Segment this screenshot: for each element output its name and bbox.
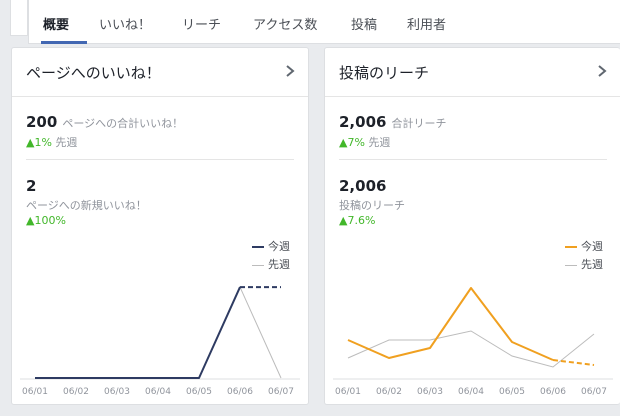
post-reach-title: 投稿のリーチ bbox=[339, 64, 430, 82]
post-reach-card: 投稿のリーチ 2,006 合計リーチ ▲7% 先週 2,006 投稿のリーチ ▲… bbox=[324, 47, 620, 405]
x-tick-label: 06/06 bbox=[540, 387, 566, 397]
series-line-this-week bbox=[35, 286, 241, 379]
legend-swatch bbox=[252, 246, 264, 248]
chevron-right-icon[interactable] bbox=[284, 64, 296, 78]
left-panel-edge bbox=[10, 0, 28, 36]
legend-swatch bbox=[252, 264, 264, 266]
page-likes-title: ページへのいいね！ bbox=[26, 64, 161, 82]
x-tick-label: 06/07 bbox=[268, 387, 294, 397]
new-likes-value: 2 bbox=[26, 177, 37, 195]
total-reach-compare: 先週 bbox=[368, 136, 391, 149]
total-likes-change: ▲1% 先週 bbox=[26, 134, 77, 150]
tab-likes[interactable]: いいね！ bbox=[99, 14, 151, 33]
chevron-right-icon[interactable] bbox=[596, 64, 608, 78]
total-reach-change: ▲7% 先週 bbox=[339, 134, 390, 150]
new-likes-label: ページへの新規いいね！ bbox=[26, 199, 147, 212]
page-likes-card: ページへのいいね！ 200 ページへの合計いいね！ ▲1% 先週 2 ページへの… bbox=[11, 47, 309, 405]
post-reach-header[interactable]: 投稿のリーチ bbox=[325, 48, 620, 97]
series-line-this-week bbox=[347, 287, 554, 361]
active-tab-indicator bbox=[41, 41, 87, 44]
total-reach-label: 合計リーチ bbox=[391, 117, 447, 130]
x-tick-label: 06/05 bbox=[499, 387, 525, 397]
total-reach-value: 2,006 bbox=[339, 113, 387, 131]
reach-line-chart: 06/01 06/02 06/03 06/04 06/05 06/06 06/07 bbox=[333, 287, 613, 397]
total-reach-change-value: ▲7% bbox=[339, 136, 365, 149]
tab-reach[interactable]: リーチ bbox=[182, 14, 221, 33]
post-reach-value: 2,006 bbox=[339, 177, 387, 195]
tab-overview[interactable]: 概要 bbox=[43, 14, 69, 33]
post-reach-change: ▲7.6% bbox=[339, 214, 376, 227]
left-strip bbox=[0, 0, 28, 44]
total-likes-metric: 200 ページへの合計いいね！ bbox=[26, 112, 183, 131]
likes-legend-this-week: 今週 bbox=[252, 238, 290, 254]
tab-page-views[interactable]: アクセス数 bbox=[253, 14, 317, 33]
x-tick-label: 06/03 bbox=[104, 387, 130, 397]
total-likes-label: ページへの合計いいね！ bbox=[62, 117, 184, 130]
insights-tab-bar: 概要 いいね！ リーチ アクセス数 投稿 利用者 bbox=[28, 0, 620, 44]
x-tick-label: 06/01 bbox=[22, 387, 48, 397]
reach-divider bbox=[339, 159, 607, 160]
legend-label: 今週 bbox=[268, 240, 290, 253]
tab-people[interactable]: 利用者 bbox=[407, 14, 446, 33]
series-line-last-week bbox=[35, 285, 282, 379]
x-tick-label: 06/05 bbox=[186, 387, 212, 397]
post-reach-label: 投稿のリーチ bbox=[339, 199, 405, 212]
new-likes-change: ▲100% bbox=[26, 214, 66, 227]
x-tick-label: 06/06 bbox=[227, 387, 253, 397]
likes-line-chart: 06/01 06/02 06/03 06/04 06/05 06/06 06/07 bbox=[20, 285, 300, 397]
x-tick-label: 06/01 bbox=[335, 387, 361, 397]
x-tick-label: 06/04 bbox=[458, 387, 484, 397]
total-reach-metric: 2,006 合計リーチ bbox=[339, 112, 447, 131]
x-tick-label: 06/03 bbox=[417, 387, 443, 397]
total-likes-change-value: ▲1% bbox=[26, 136, 52, 149]
reach-legend-this-week: 今週 bbox=[565, 238, 603, 254]
likes-divider bbox=[26, 159, 294, 160]
tab-posts[interactable]: 投稿 bbox=[351, 14, 377, 33]
legend-swatch bbox=[565, 246, 577, 248]
total-likes-compare: 先週 bbox=[55, 136, 78, 149]
series-line-last-week bbox=[347, 330, 595, 368]
x-tick-label: 06/07 bbox=[581, 387, 607, 397]
x-tick-label: 06/02 bbox=[376, 387, 402, 397]
x-tick-label: 06/04 bbox=[145, 387, 171, 397]
total-likes-value: 200 bbox=[26, 113, 58, 131]
legend-swatch bbox=[565, 264, 577, 266]
legend-label: 今週 bbox=[581, 240, 603, 253]
x-tick-label: 06/02 bbox=[63, 387, 89, 397]
page-likes-header[interactable]: ページへのいいね！ bbox=[12, 48, 308, 97]
